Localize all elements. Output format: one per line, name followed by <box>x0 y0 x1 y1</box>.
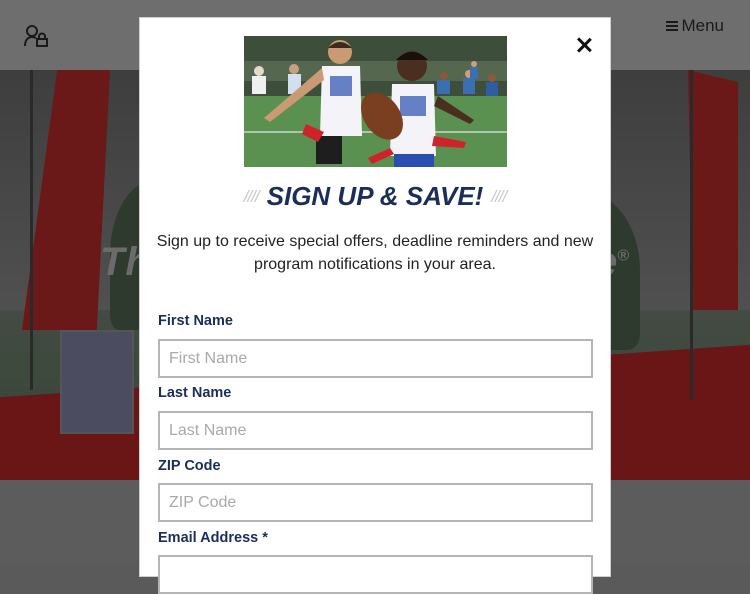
email-address-label: Email Address * <box>158 530 268 546</box>
right-flag-banner <box>688 70 738 310</box>
title-decoration-left: //// <box>243 186 260 206</box>
menu-button[interactable]: Menu <box>666 16 724 36</box>
modal-subtitle: Sign up to receive special offers, deadl… <box>156 233 594 273</box>
zip-code-label: ZIP Code <box>158 458 221 474</box>
hamburger-icon <box>666 19 679 33</box>
first-name-field[interactable] <box>158 339 593 378</box>
menu-label: Menu <box>681 16 724 35</box>
email-address-field[interactable] <box>158 555 593 594</box>
signup-modal: //// SIGN UP & SAVE! //// Sign up to rec… <box>139 17 611 594</box>
hero-sign <box>60 330 134 434</box>
flag-football-photo <box>244 36 507 167</box>
user-lock-icon[interactable] <box>24 25 48 47</box>
last-name-field[interactable] <box>158 411 593 450</box>
title-decoration-right: //// <box>491 186 507 206</box>
zip-code-field[interactable] <box>158 483 593 522</box>
close-icon[interactable] <box>574 35 594 55</box>
modal-title: //// SIGN UP & SAVE! //// <box>140 181 610 212</box>
last-name-label: Last Name <box>158 385 232 401</box>
modal-title-text: SIGN UP & SAVE! <box>266 181 484 211</box>
first-name-label: First Name <box>158 313 233 329</box>
